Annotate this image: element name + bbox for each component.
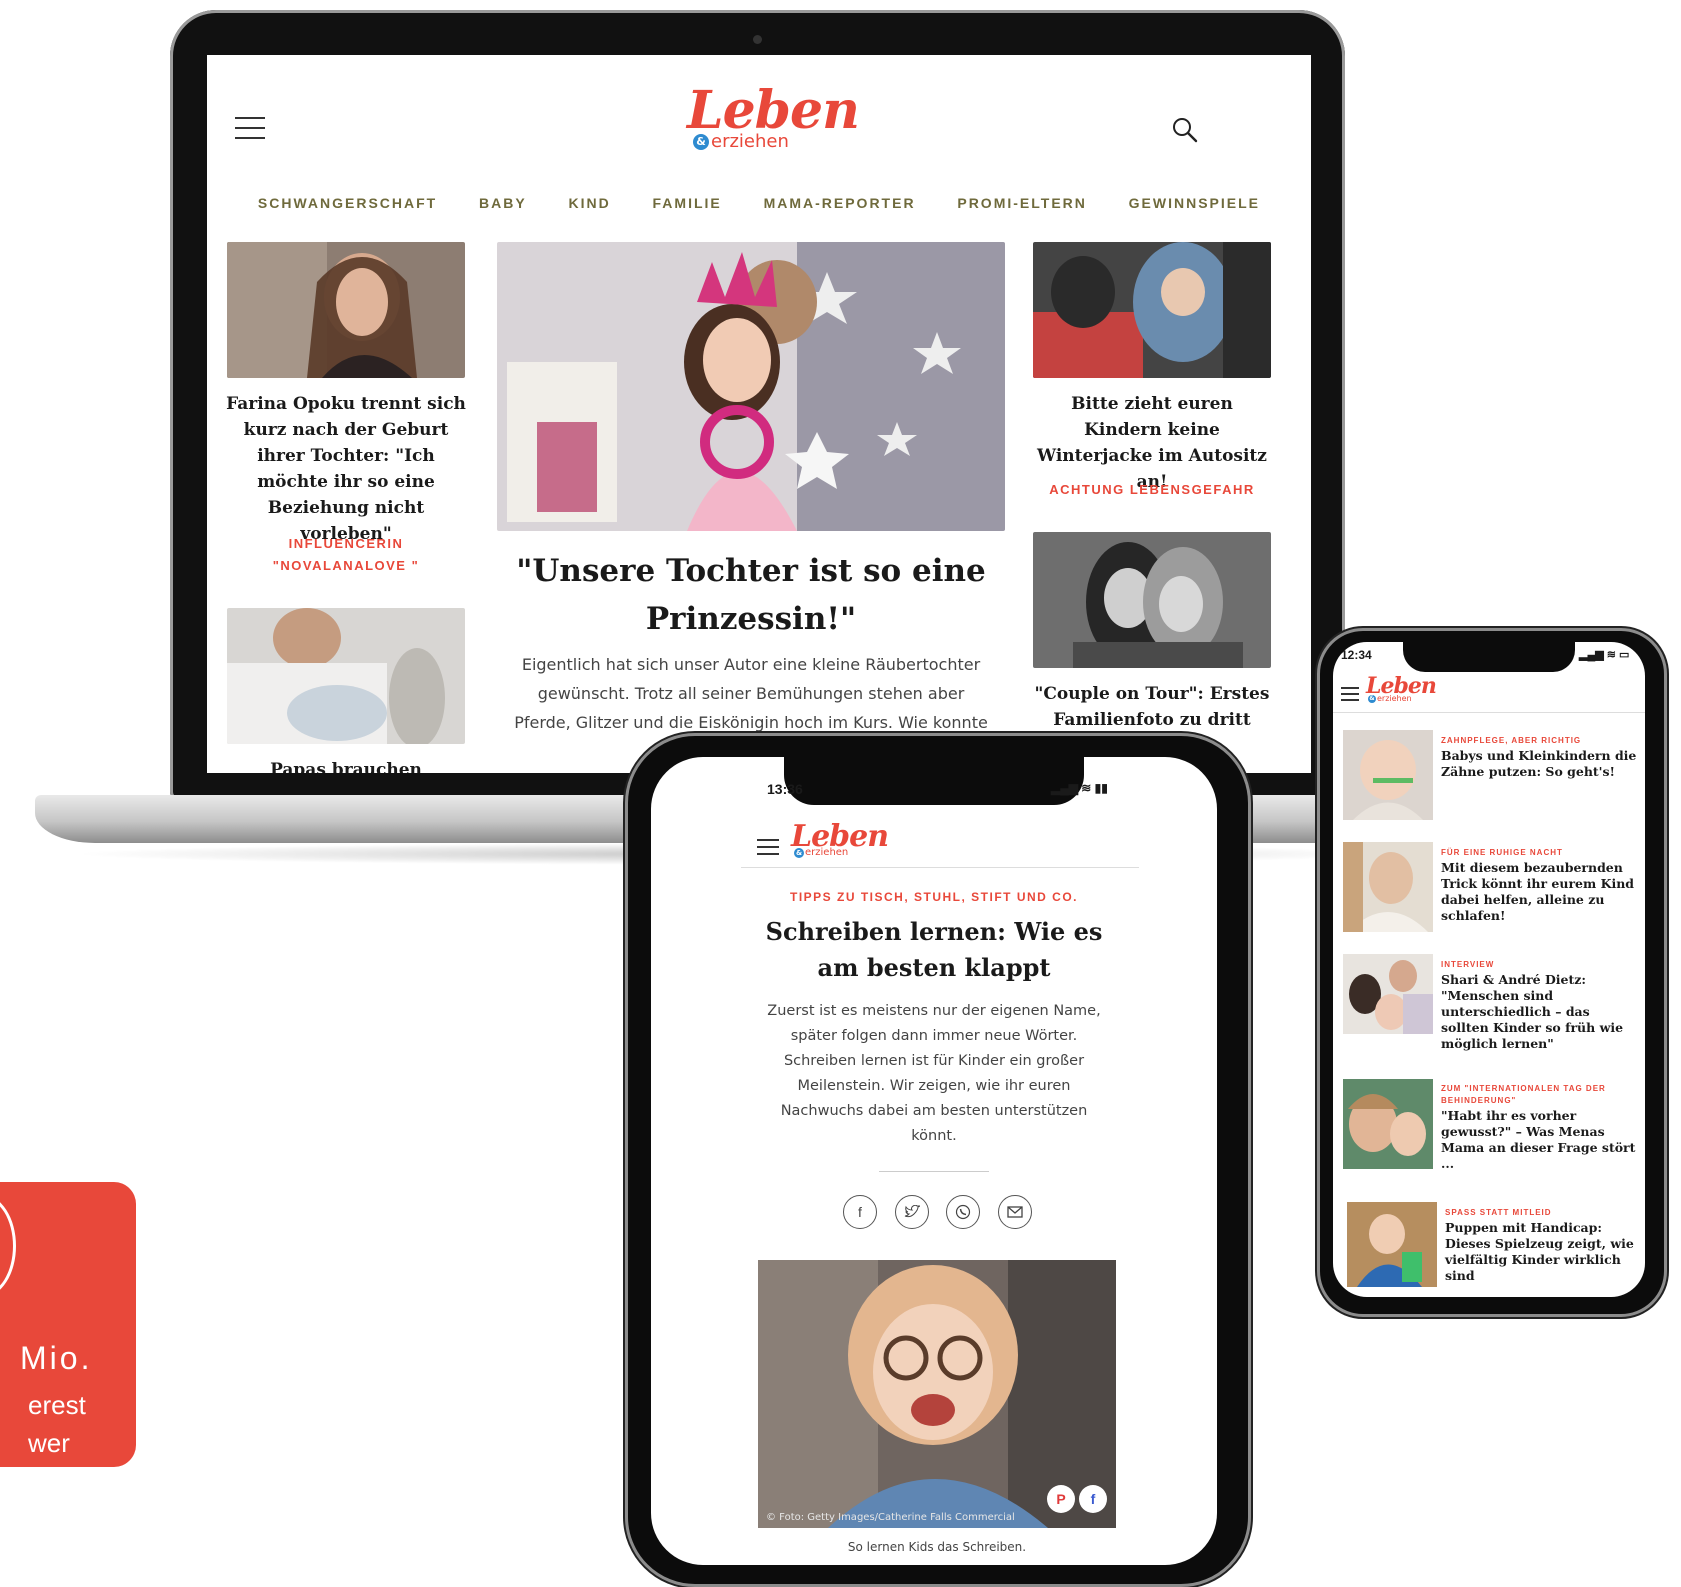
- article-kicker[interactable]: TIPPS ZU TISCH, STUHL, STIFT UND CO.: [711, 889, 1157, 905]
- logo-sub-text: erziehen: [711, 131, 789, 152]
- phone-right-screen: 12:34 ▂▄▆ ≋ ▭ Leben & erziehen ZAHNPFLEG…: [1333, 642, 1645, 1297]
- nav-item-promi-eltern[interactable]: PROMI-ELTERN: [957, 195, 1087, 211]
- logo-amp: &: [693, 133, 709, 150]
- logo-amp: &: [1368, 694, 1376, 703]
- facebook-icon[interactable]: f: [843, 1195, 877, 1229]
- list-item-title[interactable]: Mit diesem bezaubernden Trick könnt ihr …: [1441, 860, 1637, 924]
- signal-icon: ▂▄▆ ≋ ▭: [1579, 649, 1630, 661]
- nav-item-schwangerschaft[interactable]: SCHWANGERSCHAFT: [258, 195, 437, 211]
- list-item-image-teeth[interactable]: [1343, 730, 1433, 820]
- phone-center-screen: 13:36 ▂▄▆ ≋ ▮▮ Leben & erziehen TIPPS ZU…: [651, 757, 1217, 1565]
- lead-divider: [879, 1171, 989, 1172]
- main-navigation: SCHWANGERSCHAFT BABY KIND FAMILIE MAMA-R…: [207, 195, 1311, 211]
- menu-icon[interactable]: [235, 117, 265, 139]
- article-image-princess[interactable]: [497, 242, 1005, 531]
- list-item-title[interactable]: Babys und Kleinkindern die Zähne putzen:…: [1441, 748, 1637, 780]
- list-item-image-family[interactable]: [1343, 954, 1433, 1034]
- whatsapp-icon[interactable]: [946, 1195, 980, 1229]
- list-item-title[interactable]: Puppen mit Handicap: Dieses Spielzeug ze…: [1445, 1220, 1635, 1284]
- mail-icon[interactable]: [998, 1195, 1032, 1229]
- list-item-kicker[interactable]: ZAHNPFLEGE, ABER RICHTIG: [1441, 736, 1631, 745]
- list-item-title[interactable]: Shari & André Dietz: "Menschen sind unte…: [1441, 972, 1637, 1052]
- nav-item-baby[interactable]: BABY: [479, 195, 527, 211]
- phone-right-time: 12:34: [1341, 648, 1372, 662]
- image-caption: So lernen Kids das Schreiben.: [847, 1540, 1027, 1554]
- article-kicker-influencerin[interactable]: INFLUENCERIN "NOVALANALOVE ": [267, 533, 425, 577]
- article-title-prinzessin[interactable]: "Unsere Tochter ist so eine Prinzessin!": [507, 547, 995, 643]
- article-title-papas[interactable]: Papas brauchen bezahlten: [225, 757, 467, 773]
- pinterest-label-line1: erest: [28, 1390, 86, 1420]
- pinterest-label-line2: wer: [28, 1428, 70, 1458]
- menu-icon[interactable]: [757, 839, 779, 855]
- article-title: Schreiben lernen: Wie es am besten klapp…: [765, 917, 1103, 982]
- list-item-image-sleep[interactable]: [1343, 842, 1433, 932]
- pinterest-follower-badge: Mio. erest wer: [0, 1182, 136, 1467]
- article-image-woman[interactable]: [227, 242, 465, 378]
- site-logo[interactable]: Leben & erziehen: [687, 80, 860, 153]
- header-divider: [1333, 712, 1645, 713]
- list-item-kicker[interactable]: INTERVIEW: [1441, 960, 1631, 969]
- phone-center-time: 13:36: [767, 781, 803, 797]
- article-kicker-lebensgefahr[interactable]: ACHTUNG LEBENSGEFAHR: [1033, 479, 1271, 501]
- search-icon[interactable]: [1172, 117, 1198, 143]
- wifi-icon: ▂▄▆ ≋ ▮▮: [1051, 781, 1108, 795]
- article-image-carseat[interactable]: [1033, 242, 1271, 378]
- list-item-image-mena[interactable]: [1343, 1079, 1433, 1169]
- list-item-title[interactable]: "Habt ihr es vorher gewusst?" – Was Mena…: [1441, 1108, 1637, 1172]
- nav-item-kind[interactable]: KIND: [569, 195, 611, 211]
- logo-amp: &: [794, 847, 804, 858]
- photo-credit: © Foto: Getty Images/Catherine Falls Com…: [766, 1512, 1015, 1523]
- phone-right-notch: [1403, 642, 1575, 672]
- laptop-camera: [753, 35, 762, 44]
- article-image-couple[interactable]: [1033, 532, 1271, 668]
- list-item-image-puppen[interactable]: [1347, 1202, 1437, 1287]
- facebook-share-icon[interactable]: f: [1079, 1485, 1107, 1513]
- pinterest-icon: [0, 1195, 16, 1297]
- pinterest-count: Mio.: [20, 1340, 93, 1376]
- site-logo[interactable]: Leben & erziehen: [791, 821, 889, 859]
- menu-icon[interactable]: [1341, 687, 1359, 701]
- logo-sub-text: erziehen: [1377, 694, 1412, 703]
- list-item-kicker[interactable]: SPASS STATT MITLEID: [1445, 1208, 1635, 1217]
- nav-item-gewinnspiele[interactable]: GEWINNSPIELE: [1129, 195, 1260, 211]
- header-divider: [741, 867, 1139, 868]
- twitter-icon[interactable]: [895, 1195, 929, 1229]
- nav-item-mama-reporter[interactable]: MAMA-REPORTER: [764, 195, 916, 211]
- logo-sub-text: erziehen: [805, 847, 849, 858]
- list-item-kicker[interactable]: FÜR EINE RUHIGE NACHT: [1441, 848, 1631, 857]
- nav-item-familie[interactable]: FAMILIE: [653, 195, 722, 211]
- article-lead: Zuerst ist es meistens nur der eigenen N…: [767, 1003, 1101, 1144]
- list-item-kicker[interactable]: ZUM "INTERNATIONALEN TAG DER BEHINDERUNG…: [1441, 1083, 1621, 1107]
- pinterest-share-icon[interactable]: P: [1047, 1485, 1075, 1513]
- logo-wordmark: Leben: [687, 80, 860, 141]
- article-title-farina[interactable]: Farina Opoku trennt sich kurz nach der G…: [225, 391, 467, 547]
- article-image-father-baby[interactable]: [227, 608, 465, 744]
- laptop-screen: Leben & erziehen SCHWANGERSCHAFT BABY KI…: [207, 55, 1311, 773]
- site-logo[interactable]: Leben & erziehen: [1366, 674, 1437, 703]
- phone-center-notch: [784, 757, 1084, 805]
